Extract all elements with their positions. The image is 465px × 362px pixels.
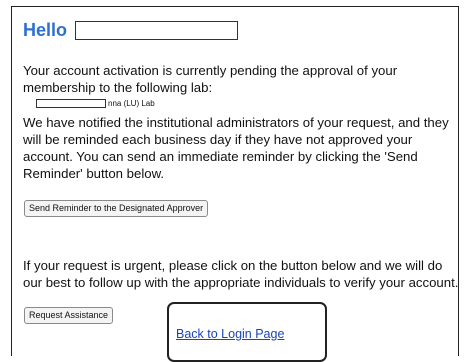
lab-name-line: nna (LU) Lab	[36, 99, 155, 108]
hello-heading: Hello	[23, 20, 68, 40]
pending-approval-text: Your account activation is currently pen…	[23, 63, 398, 95]
send-reminder-button[interactable]: Send Reminder to the Designated Approver	[24, 200, 209, 217]
back-to-login-link[interactable]: Back to Login Page	[176, 327, 284, 341]
redacted-lab-name	[36, 99, 106, 108]
lab-name-suffix: nna (LU) Lab	[108, 99, 155, 108]
redacted-user-name	[75, 21, 239, 40]
notification-text: We have notified the institutional admin…	[23, 115, 449, 181]
greeting-row: Hello	[23, 20, 239, 41]
urgent-request-text: If your request is urgent, please click …	[23, 258, 459, 290]
request-assistance-button[interactable]: Request Assistance	[24, 307, 114, 324]
